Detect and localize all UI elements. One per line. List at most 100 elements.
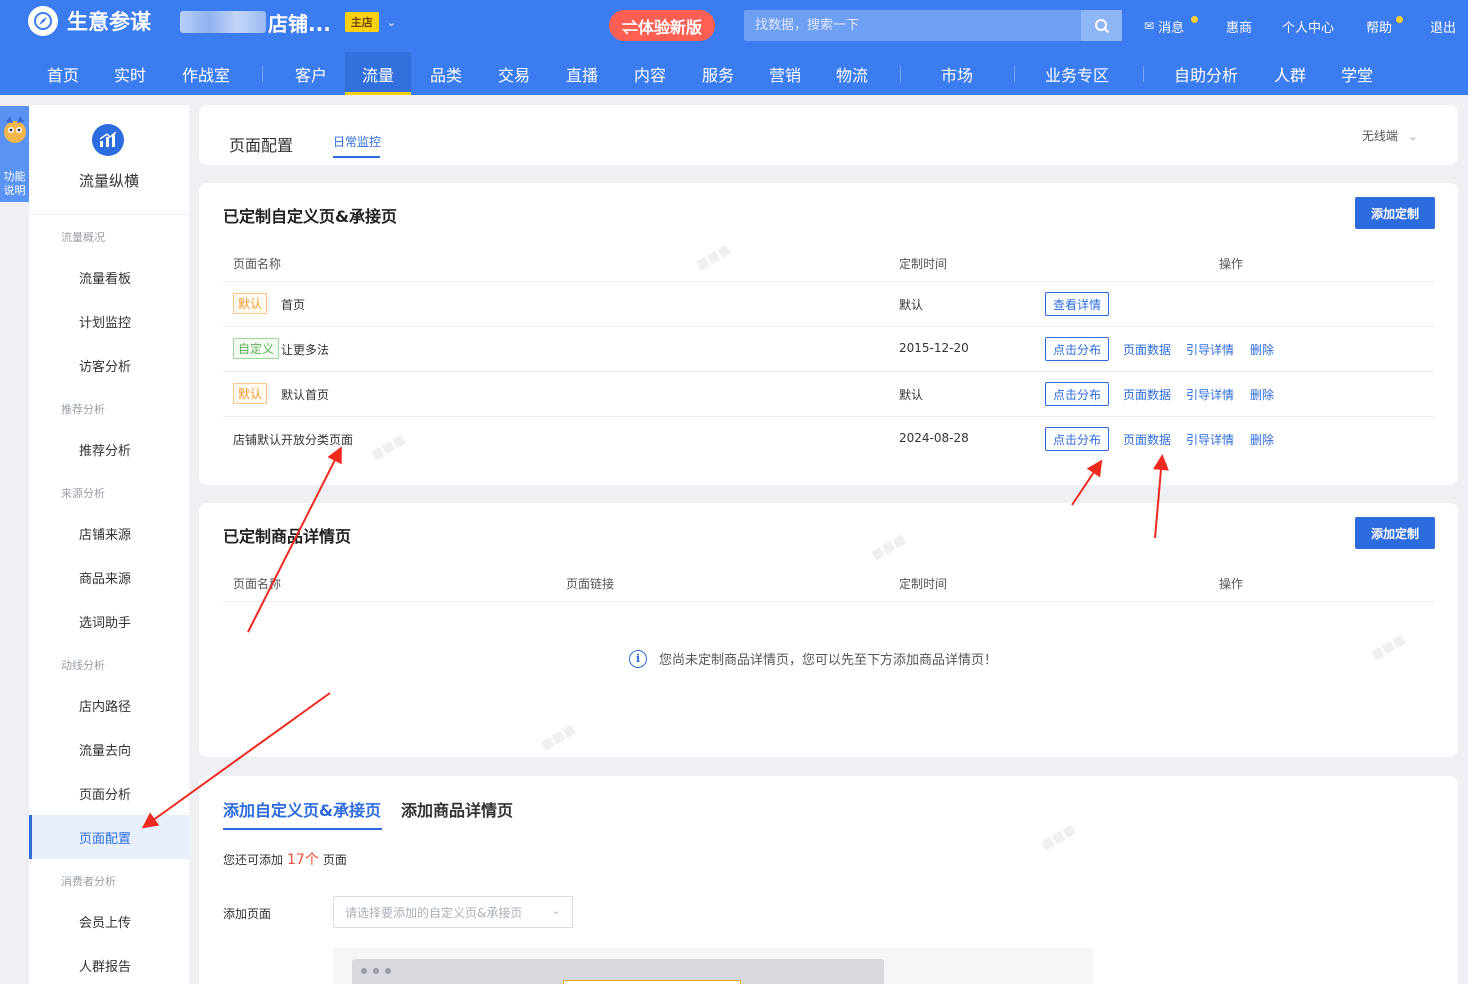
- nav-realtime[interactable]: 实时: [100, 52, 160, 95]
- delete-link[interactable]: 删除: [1250, 341, 1274, 358]
- messages-link[interactable]: ✉ 消息: [1144, 16, 1198, 36]
- sidebar-item-store-path[interactable]: 店内路径: [29, 683, 189, 727]
- nav-content[interactable]: 内容: [620, 52, 680, 95]
- row-divider: [223, 281, 1434, 282]
- delete-link[interactable]: 删除: [1250, 431, 1274, 448]
- nav-logistics[interactable]: 物流: [822, 52, 882, 95]
- sidebar: 流量纵横 流量概况 流量看板 计划监控 访客分析 推荐分析 推荐分析 来源分析 …: [29, 105, 189, 984]
- nav-traffic[interactable]: 流量: [345, 52, 411, 95]
- shop-switcher[interactable]: 店铺... 主店 ⌄: [180, 8, 396, 36]
- nav-market[interactable]: 市场: [926, 52, 988, 95]
- active-tab-indicator: [333, 156, 380, 158]
- nav-home[interactable]: 首页: [33, 52, 93, 95]
- active-tab-indicator: [223, 828, 382, 830]
- sidebar-item-visitor-analysis[interactable]: 访客分析: [29, 343, 189, 387]
- nav-war-room[interactable]: 作战室: [170, 52, 242, 95]
- guide-details-link[interactable]: 引导详情: [1186, 386, 1234, 403]
- shop-name: 店铺...: [268, 11, 331, 36]
- help-link[interactable]: 帮助: [1366, 16, 1403, 36]
- sidebar-item-label: 选词助手: [79, 615, 132, 631]
- row-divider: [223, 371, 1434, 372]
- chevron-down-icon: ⌄: [1407, 129, 1418, 143]
- page-data-link[interactable]: 页面数据: [1123, 386, 1171, 403]
- click-distribution-button[interactable]: 点击分布: [1045, 427, 1109, 451]
- add-custom-button[interactable]: 添加定制: [1355, 197, 1435, 229]
- chevron-down-icon[interactable]: ⌄: [387, 16, 396, 29]
- blurred-shop-name: [180, 11, 266, 33]
- nav-business-zone[interactable]: 业务专区: [1036, 52, 1118, 95]
- section-title: 已定制商品详情页: [223, 527, 352, 546]
- sidebar-item-recommend-analysis[interactable]: 推荐分析: [29, 427, 189, 471]
- tab-add-custom-page[interactable]: 添加自定义页&承接页: [223, 797, 381, 821]
- device-select[interactable]: 无线端 ⌄: [1362, 127, 1418, 144]
- guide-details-link[interactable]: 引导详情: [1186, 341, 1234, 358]
- app-logo[interactable]: 生意参谋: [28, 6, 151, 36]
- logout-label: 退出: [1430, 20, 1457, 36]
- search-button[interactable]: [1081, 10, 1122, 41]
- sidebar-item-label: 会员上传: [79, 915, 132, 931]
- nav-customer[interactable]: 客户: [283, 52, 339, 95]
- nav-live[interactable]: 直播: [552, 52, 612, 95]
- sidebar-item-crowd-report[interactable]: 人群报告: [29, 943, 189, 984]
- nav-service[interactable]: 服务: [688, 52, 748, 95]
- page-name: 首页: [281, 298, 306, 312]
- sidebar-item-label: 页面配置: [79, 831, 132, 847]
- delete-link[interactable]: 删除: [1250, 386, 1274, 403]
- page-preview: [333, 948, 1093, 984]
- tab-daily-monitor[interactable]: 日常监控: [333, 133, 381, 150]
- sidebar-item-plan-monitor[interactable]: 计划监控: [29, 299, 189, 343]
- select-placeholder: 请选择要添加的自定义页&承接页: [345, 905, 523, 920]
- divider: [29, 214, 189, 215]
- trial-new-version-button[interactable]: ⇌体验新版: [609, 10, 715, 41]
- personal-center-link[interactable]: 个人中心: [1282, 16, 1334, 36]
- sidebar-item-keyword-helper[interactable]: 选词助手: [29, 599, 189, 643]
- remaining-suffix: 页面: [322, 852, 347, 867]
- sidebar-item-label: 访客分析: [79, 359, 132, 375]
- sidebar-item-traffic-exit[interactable]: 流量去向: [29, 727, 189, 771]
- search-input[interactable]: [744, 10, 1081, 41]
- column-header-time: 定制时间: [899, 257, 948, 271]
- sidebar-item-label: 店内路径: [79, 699, 132, 715]
- sidebar-item-shop-source[interactable]: 店铺来源: [29, 511, 189, 555]
- page-data-link[interactable]: 页面数据: [1123, 341, 1171, 358]
- device-label: 无线端: [1361, 129, 1398, 143]
- nav-academy[interactable]: 学堂: [1327, 52, 1387, 95]
- add-product-custom-button[interactable]: 添加定制: [1355, 517, 1435, 549]
- sidebar-item-page-config[interactable]: 页面配置: [29, 815, 189, 859]
- column-header-ops: 操作: [1219, 577, 1244, 591]
- top-bar: 生意参谋 店铺... 主店 ⌄ ⇌体验新版 ✉消息 惠商 个人中心 帮助 退出 …: [0, 0, 1468, 116]
- empty-state-text: 您尚未定制商品详情页，您可以先至下方添加商品详情页！: [659, 653, 998, 668]
- sidebar-item-product-source[interactable]: 商品来源: [29, 555, 189, 599]
- sidebar-item-label: 流量看板: [79, 271, 132, 287]
- nav-crowd[interactable]: 人群: [1260, 52, 1320, 95]
- add-page-select[interactable]: 请选择要添加的自定义页&承接页 ⌄: [333, 896, 573, 928]
- logout-link[interactable]: 退出: [1430, 16, 1456, 36]
- click-distribution-button[interactable]: 点击分布: [1045, 382, 1109, 406]
- nav-marketing[interactable]: 营销: [755, 52, 815, 95]
- guide-details-link[interactable]: 引导详情: [1186, 431, 1234, 448]
- sidebar-group-path: 动线分析: [61, 659, 105, 672]
- nav-self-analysis[interactable]: 自助分析: [1164, 52, 1248, 95]
- sidebar-item-label: 流量去向: [79, 743, 132, 759]
- column-header-name: 页面名称: [233, 257, 282, 271]
- main-shop-badge: 主店: [344, 12, 379, 32]
- nav-trade[interactable]: 交易: [484, 52, 544, 95]
- sidebar-item-label: 推荐分析: [79, 443, 132, 459]
- huishang-link[interactable]: 惠商: [1226, 16, 1252, 36]
- page-data-link[interactable]: 页面数据: [1123, 431, 1171, 448]
- nav-divider: [1143, 66, 1144, 82]
- row-divider: [223, 416, 1434, 417]
- click-distribution-button[interactable]: 点击分布: [1045, 337, 1109, 361]
- nav-category[interactable]: 品类: [416, 52, 476, 95]
- section-title: 已定制自定义页&承接页: [223, 207, 397, 226]
- tab-add-product-page[interactable]: 添加商品详情页: [401, 797, 513, 821]
- sidebar-item-page-analysis[interactable]: 页面分析: [29, 771, 189, 815]
- add-page-label: 添加页面: [223, 907, 272, 921]
- preview-highlight: [563, 980, 741, 984]
- chevron-down-icon: ⌄: [551, 906, 560, 917]
- view-details-button[interactable]: 查看详情: [1045, 292, 1109, 316]
- tab-page-config[interactable]: 页面配置: [229, 132, 293, 156]
- sidebar-item-member-upload[interactable]: 会员上传: [29, 899, 189, 943]
- sidebar-item-traffic-board[interactable]: 流量看板: [29, 255, 189, 299]
- page-name: 店铺默认开放分类页面: [233, 433, 354, 447]
